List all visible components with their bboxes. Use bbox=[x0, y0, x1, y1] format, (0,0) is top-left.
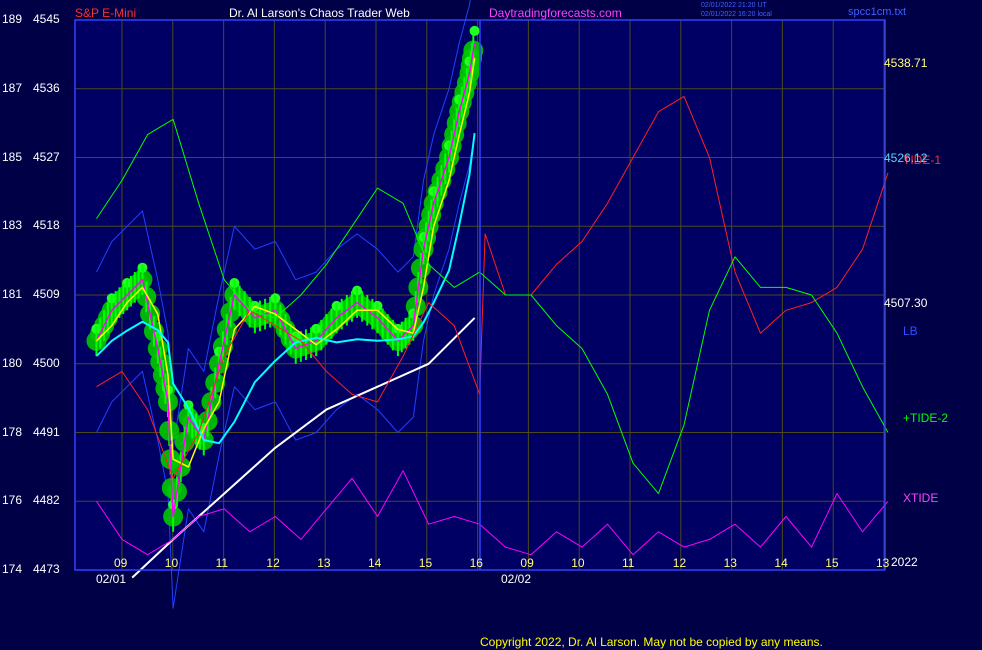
x-tick-label: 09 bbox=[114, 556, 128, 570]
x-tick-label: 15 bbox=[418, 556, 433, 570]
timestamp-local: 02/01/2022 16:20 local bbox=[701, 11, 772, 18]
y-tick-label-secondary: 187 bbox=[2, 80, 23, 95]
price-high-label: 4538.71 bbox=[884, 56, 928, 70]
y-tick-label: 4545 bbox=[33, 12, 60, 26]
x-tick-label: 11 bbox=[622, 556, 635, 570]
glow-peak bbox=[469, 25, 480, 36]
x-tick-label: 15 bbox=[825, 556, 839, 570]
y-tick-label: 4482 bbox=[33, 493, 60, 508]
y-tick-label: 4527 bbox=[33, 149, 60, 164]
date-label-2: 02/02 bbox=[501, 572, 532, 586]
y-tick-label-secondary: 183 bbox=[2, 218, 23, 233]
year-label: 2022 bbox=[891, 555, 918, 569]
x-tick-label: 11 bbox=[215, 556, 229, 570]
filename-label: spcc1cm.txt bbox=[848, 6, 907, 18]
x-tick-label: 16 bbox=[469, 556, 483, 570]
x-tick-label: 13 bbox=[723, 556, 737, 570]
timestamp-ut: 02/01/2022 21:20 UT bbox=[701, 2, 767, 9]
x-tick-label: 14 bbox=[774, 556, 788, 570]
y-tick-label-secondary: 181 bbox=[2, 287, 23, 301]
x-tick-label: 10 bbox=[571, 556, 585, 570]
y-tick-label-secondary: 178 bbox=[2, 424, 23, 439]
y-tick-label-secondary: 174 bbox=[2, 562, 23, 576]
y-tick-label: 4500 bbox=[33, 355, 60, 370]
y-tick-label-secondary: 189 bbox=[2, 12, 23, 26]
y-tick-label: 4473 bbox=[33, 562, 60, 576]
price-mid-label: 4526.12 bbox=[884, 151, 928, 165]
price-low-label: 4507.30 bbox=[884, 296, 928, 310]
x-tick-label: 13 bbox=[317, 556, 331, 570]
x-tick-label: 10 bbox=[164, 556, 179, 570]
y-tick-label-secondary: 185 bbox=[2, 149, 23, 164]
copyright-text: Copyright 2022, Dr. Al Larson. May not b… bbox=[480, 635, 823, 649]
lb-label: LB bbox=[903, 324, 918, 338]
y-tick-label-secondary: 176 bbox=[2, 493, 23, 508]
x-tick-label: 12 bbox=[266, 556, 280, 570]
y-tick-label: 4509 bbox=[33, 287, 60, 301]
y-tick-label-secondary: 180 bbox=[2, 355, 23, 370]
y-tick-label: 4518 bbox=[33, 218, 60, 233]
y-tick-label: 4491 bbox=[33, 424, 60, 439]
chart-canvas bbox=[74, 0, 889, 609]
website-label: Daytradingforecasts.com bbox=[489, 6, 622, 20]
xtide-label: XTIDE bbox=[903, 491, 939, 505]
x-tick-label: 09 bbox=[520, 556, 534, 570]
x-tick-label: 12 bbox=[672, 556, 687, 570]
y-tick-label: 4536 bbox=[33, 80, 60, 95]
x-tick-label: 13 bbox=[876, 556, 890, 570]
tide2-label: +TIDE-2 bbox=[903, 411, 949, 425]
instrument-label: S&P E-Mini bbox=[75, 6, 137, 20]
x-tick-label: 14 bbox=[368, 556, 382, 570]
chart-title: Dr. Al Larson's Chaos Trader Web bbox=[229, 6, 410, 20]
date-label-1: 02/01 bbox=[96, 572, 127, 586]
